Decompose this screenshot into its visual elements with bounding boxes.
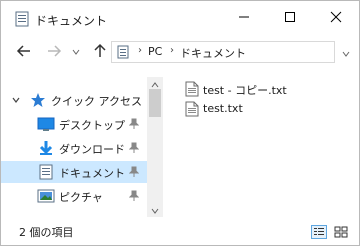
file-name: test - コピー.txt	[203, 84, 287, 97]
nav-item-pictures[interactable]: ピクチャ	[1, 185, 147, 207]
nav-item-label: クイック アクセス	[51, 95, 142, 108]
navigation-pane-scrollbar[interactable]	[147, 77, 163, 217]
chevron-down-icon[interactable]	[151, 205, 159, 214]
text-file-icon	[185, 81, 199, 97]
breadcrumb-pc[interactable]: PC	[148, 45, 162, 58]
nav-item-label: ダウンロード	[59, 143, 125, 156]
file-list: test - コピー.txt test.txt	[171, 75, 357, 217]
chevron-down-icon	[72, 46, 80, 59]
address-dropdown-button[interactable]	[341, 49, 351, 59]
chevron-right-icon[interactable]: ›	[170, 45, 174, 56]
nav-item-label: デスクトップ	[59, 119, 125, 132]
nav-item-label: ピクチャ	[59, 191, 103, 204]
item-count: 2 個の項目	[19, 226, 74, 239]
text-file-icon	[185, 101, 199, 117]
forward-button[interactable]	[45, 43, 63, 61]
pin-icon[interactable]	[128, 118, 140, 130]
desktop-icon	[37, 116, 55, 132]
nav-item-documents[interactable]: ドキュメント	[1, 161, 147, 183]
address-bar[interactable]: › PC › ドキュメント	[111, 41, 335, 63]
nav-item-downloads[interactable]: ダウンロード	[1, 137, 147, 159]
title-bar[interactable]: ドキュメント	[1, 1, 359, 35]
maximize-icon	[284, 11, 296, 26]
pictures-icon	[37, 188, 55, 204]
download-icon	[37, 140, 55, 156]
minimize-icon	[238, 11, 250, 26]
scrollbar-thumb[interactable]	[149, 89, 161, 117]
documents-icon	[117, 45, 129, 59]
nav-item-quick-access[interactable]: クイック アクセス	[1, 89, 147, 111]
large-icons-view-button[interactable]	[333, 225, 349, 239]
list-item[interactable]: test.txt	[185, 99, 345, 119]
minimize-button[interactable]	[221, 1, 267, 35]
arrow-up-icon	[92, 43, 108, 62]
up-button[interactable]	[91, 43, 109, 61]
arrow-left-icon	[16, 43, 32, 62]
nav-item-desktop[interactable]: デスクトップ	[1, 113, 147, 135]
pin-icon[interactable]	[128, 190, 140, 202]
status-bar: 2 個の項目	[1, 219, 359, 245]
documents-icon	[37, 164, 55, 180]
list-item[interactable]: test - コピー.txt	[185, 79, 345, 99]
pin-icon[interactable]	[128, 142, 140, 154]
maximize-button[interactable]	[267, 1, 313, 35]
chevron-up-icon[interactable]	[151, 79, 159, 88]
chevron-right-icon[interactable]: ›	[138, 45, 142, 56]
nav-item-label: ドキュメント	[59, 167, 125, 180]
breadcrumb-documents[interactable]: ドキュメント	[180, 45, 246, 61]
pin-icon[interactable]	[128, 166, 140, 178]
close-button[interactable]	[313, 1, 359, 35]
close-icon	[330, 11, 342, 26]
star-icon	[29, 92, 47, 108]
explorer-window: ドキュメント › PC › ドキュメント クイック アクセス デスクトップ ダウ…	[0, 0, 360, 246]
document-folder-icon	[15, 11, 29, 27]
file-name: test.txt	[203, 102, 243, 115]
details-view-button[interactable]	[311, 225, 327, 239]
recent-locations-button[interactable]	[71, 43, 81, 61]
navigation-bar: › PC › ドキュメント	[1, 37, 359, 67]
arrow-right-icon	[46, 43, 62, 62]
back-button[interactable]	[15, 43, 33, 61]
navigation-pane: クイック アクセス デスクトップ ダウンロード ドキュメント ピクチャ	[1, 75, 163, 217]
chevron-down-icon[interactable]	[11, 95, 21, 105]
window-title: ドキュメント	[35, 14, 108, 28]
